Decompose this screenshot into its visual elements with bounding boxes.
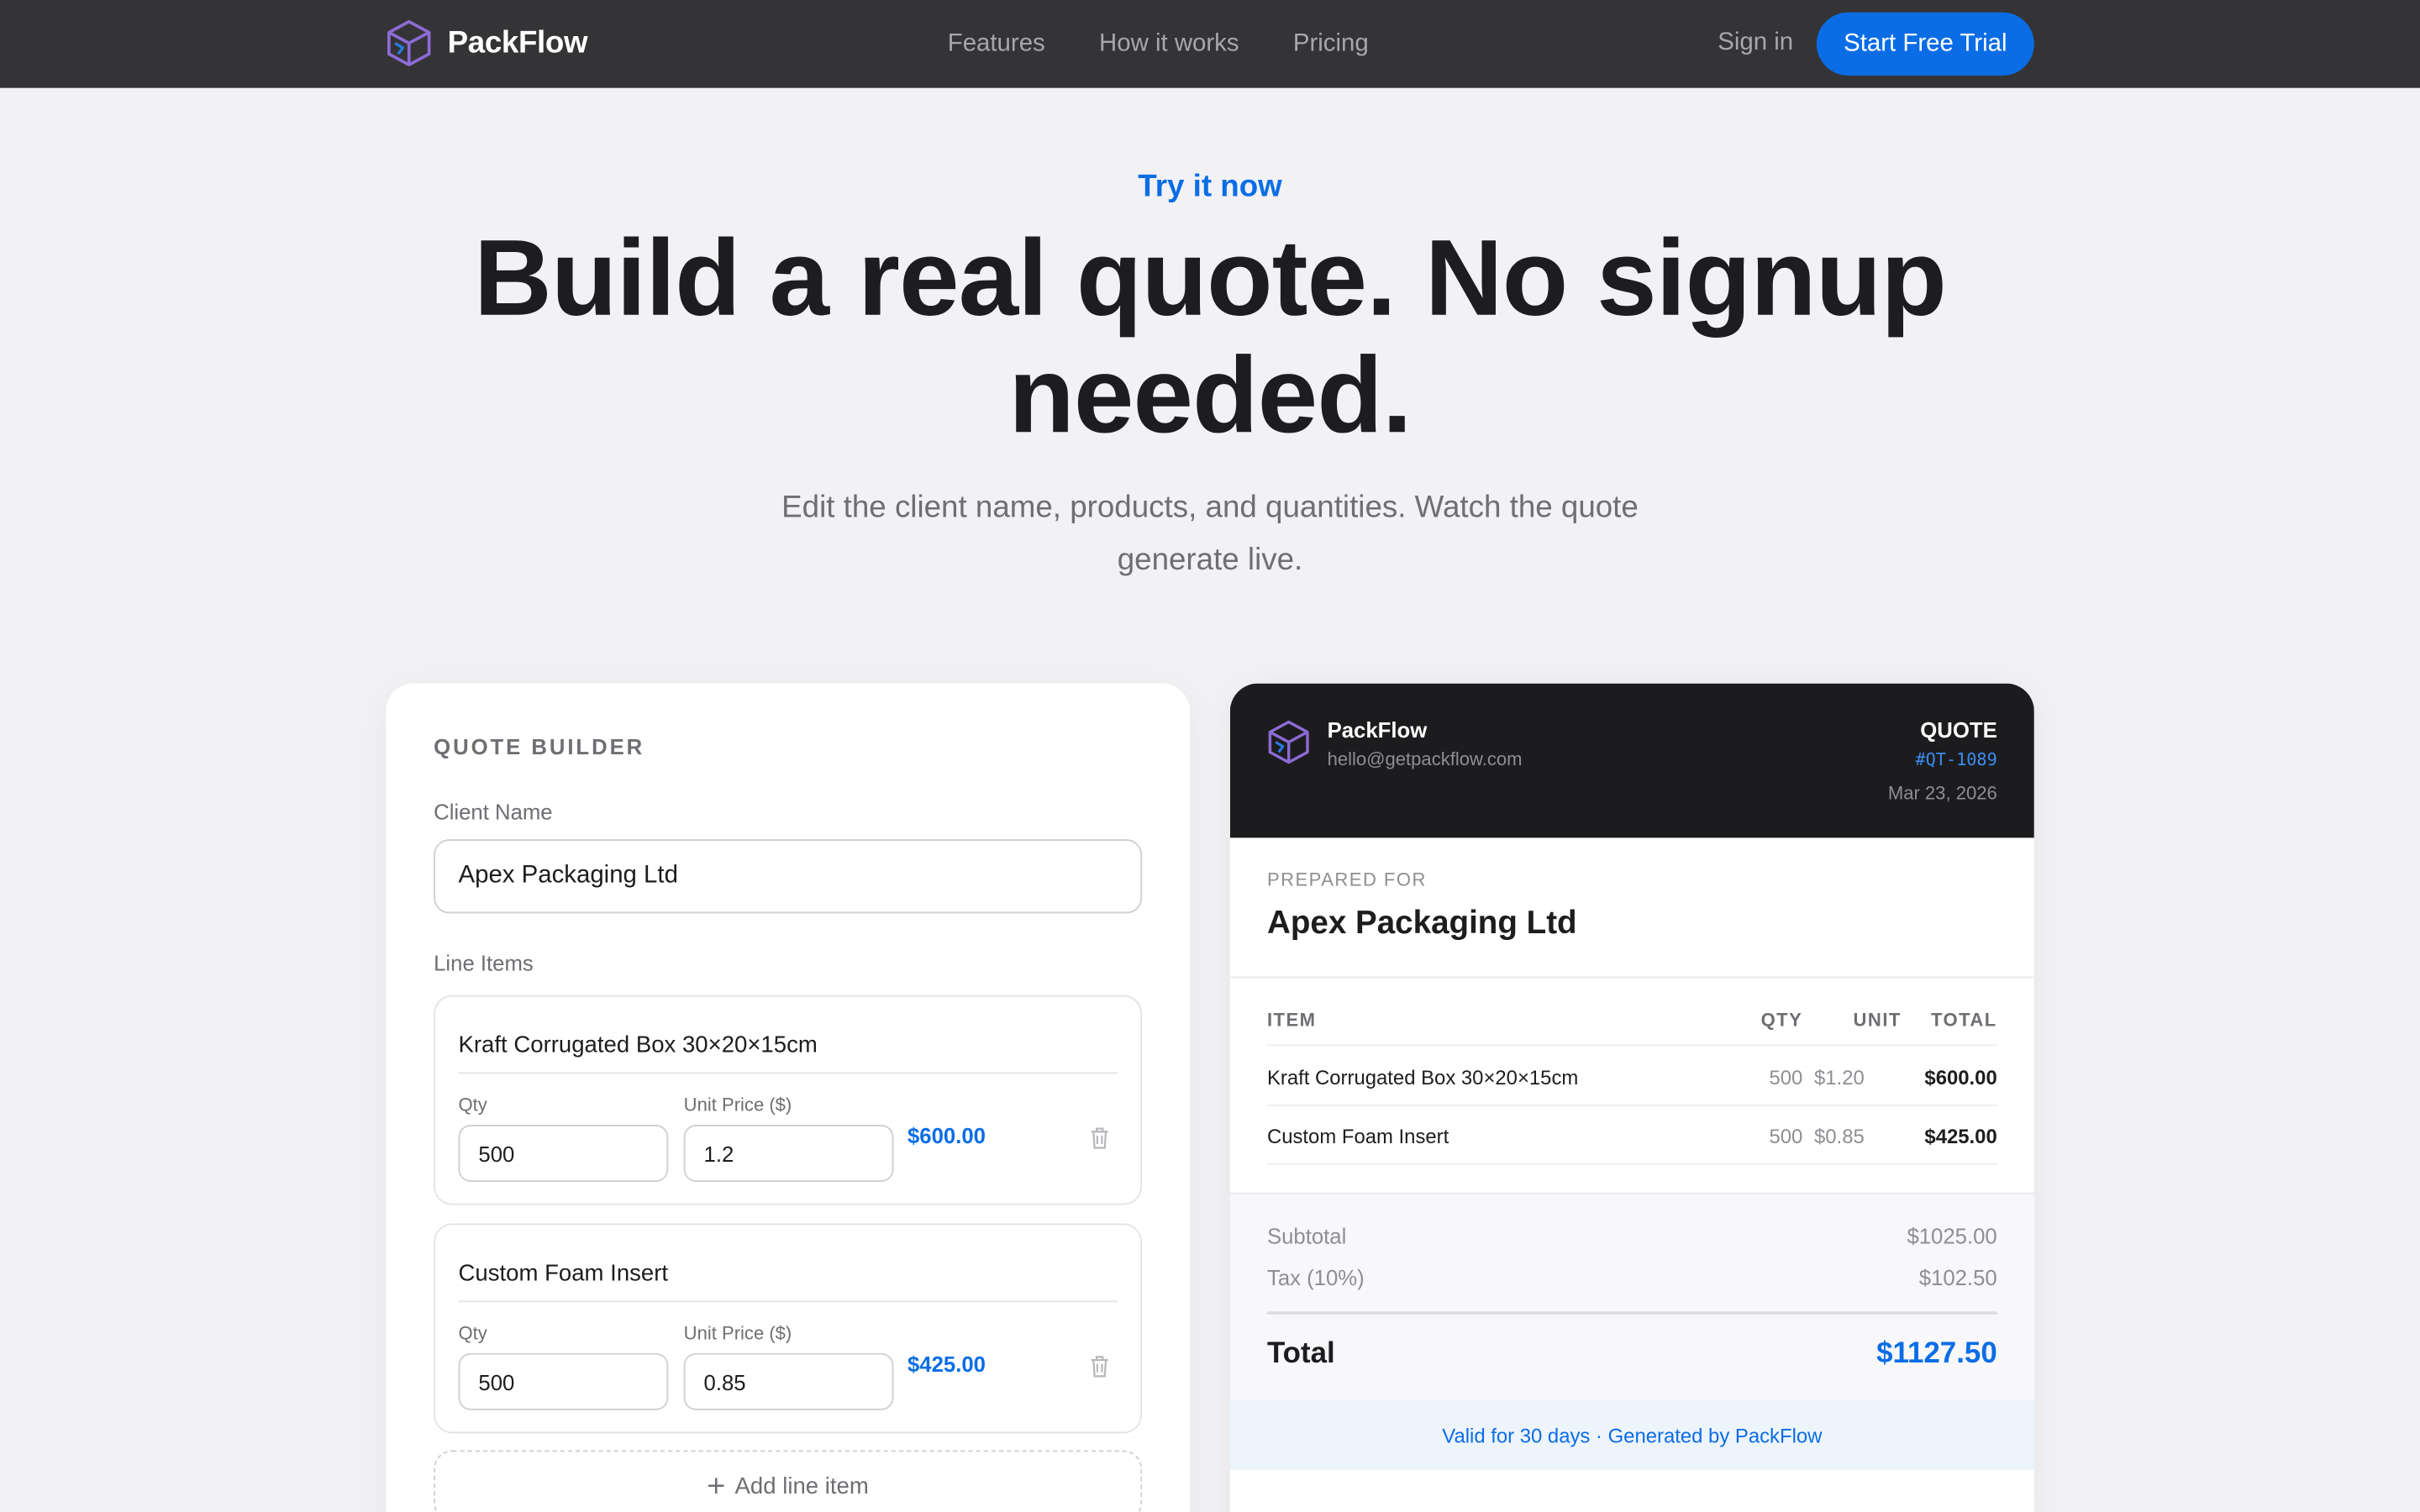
subtotal-label: Subtotal: [1266, 1223, 1347, 1248]
tax-value: $102.50: [1918, 1265, 1997, 1290]
add-line-item-button[interactable]: Add line item: [434, 1450, 1143, 1512]
quote-brand: PackFlow: [1327, 717, 1428, 743]
quote-number: #QT-1089: [1915, 749, 1997, 770]
quote-preview-card: PackFlow hello@getpackflow.com QUOTE #QT…: [1229, 683, 2034, 1512]
qty-label: Qty: [458, 1322, 487, 1344]
row-total: $600.00: [1924, 1066, 1997, 1089]
unit-price-label: Unit Price ($): [683, 1094, 792, 1116]
page: PackFlow Features How it works Pricing S…: [0, 0, 2420, 1512]
cube-logo-icon: [1267, 719, 1310, 773]
row-qty: 500: [1769, 1066, 1803, 1089]
prepared-for-label: PREPARED FOR: [1266, 869, 1427, 890]
quote-word: QUOTE: [1920, 717, 1997, 743]
sign-in-link[interactable]: Sign in: [1718, 29, 1793, 57]
quote-header: PackFlow hello@getpackflow.com QUOTE #QT…: [1229, 683, 2034, 838]
total-value: $1127.50: [1876, 1337, 1997, 1371]
row-total: $425.00: [1924, 1124, 1997, 1148]
prepared-for-client: Apex Packaging Ltd: [1266, 906, 1577, 942]
cube-logo-icon: [386, 18, 432, 68]
row-unit: $1.20: [1813, 1066, 1865, 1089]
tax-label: Tax (10%): [1266, 1265, 1365, 1290]
line-item-card: Qty Unit Price ($) $425.00: [434, 1223, 1143, 1434]
table-row: Custom Foam Insert 500 $0.85 $425.00: [1266, 1106, 1997, 1165]
hero-headline: Build a real quote. No signup needed.: [473, 217, 1947, 455]
start-free-trial-button[interactable]: Start Free Trial: [1816, 12, 2034, 76]
plus-icon: [707, 1477, 725, 1495]
subtotal-value: $1025.00: [1907, 1223, 1997, 1248]
divider: [1229, 976, 2034, 979]
table-row: Kraft Corrugated Box 30×20×15cm 500 $1.2…: [1266, 1047, 1997, 1106]
line-item-card: Qty Unit Price ($) $600.00: [434, 995, 1143, 1205]
brand[interactable]: PackFlow: [386, 18, 588, 68]
unit-price-input[interactable]: [683, 1124, 894, 1182]
nav-link-features[interactable]: Features: [948, 30, 1045, 58]
item-name-input[interactable]: [458, 1018, 1118, 1074]
qty-input[interactable]: [458, 1124, 669, 1182]
add-line-item-label: Add line item: [734, 1473, 869, 1499]
builder-title: QUOTE BUILDER: [434, 734, 645, 759]
brand-name: PackFlow: [447, 25, 588, 60]
total-label: Total: [1266, 1337, 1335, 1371]
quote-builder-card: QUOTE BUILDER Client Name Line Items Qty…: [386, 683, 1191, 1512]
table-header-line: [1266, 988, 1997, 1047]
totals-divider: [1266, 1311, 1997, 1315]
row-unit: $0.85: [1813, 1124, 1865, 1148]
nav-link-pricing[interactable]: Pricing: [1293, 30, 1369, 58]
client-name-label: Client Name: [434, 799, 553, 824]
top-nav: PackFlow Features How it works Pricing S…: [0, 0, 2420, 88]
row-item: Kraft Corrugated Box 30×20×15cm: [1266, 1066, 1579, 1089]
row-item: Custom Foam Insert: [1266, 1124, 1449, 1148]
client-name-input[interactable]: [434, 839, 1143, 914]
line-total: $425.00: [908, 1351, 986, 1377]
qty-input[interactable]: [458, 1352, 669, 1410]
hero-subtitle: Edit the client name, products, and quan…: [781, 491, 1639, 577]
trash-icon[interactable]: [1086, 1352, 1111, 1379]
line-items-label: Line Items: [434, 950, 534, 975]
nav-links: Features How it works Pricing: [948, 0, 1369, 88]
quote-footer: Valid for 30 days · Generated by PackFlo…: [1229, 1399, 2034, 1471]
unit-price-label: Unit Price ($): [683, 1322, 792, 1344]
nav-link-how-it-works[interactable]: How it works: [1099, 30, 1239, 58]
totals-section: Subtotal $1025.00 Tax (10%) $102.50 Tota…: [1229, 1192, 2034, 1399]
unit-price-input[interactable]: [683, 1352, 894, 1410]
row-qty: 500: [1769, 1124, 1803, 1148]
quote-email: hello@getpackflow.com: [1327, 748, 1523, 770]
quote-date: Mar 23, 2026: [1887, 782, 1997, 804]
trash-icon[interactable]: [1086, 1123, 1111, 1151]
qty-label: Qty: [458, 1094, 487, 1116]
line-total: $600.00: [908, 1123, 986, 1148]
item-name-input[interactable]: [458, 1247, 1118, 1303]
hero-eyebrow: Try it now: [1138, 170, 1282, 204]
